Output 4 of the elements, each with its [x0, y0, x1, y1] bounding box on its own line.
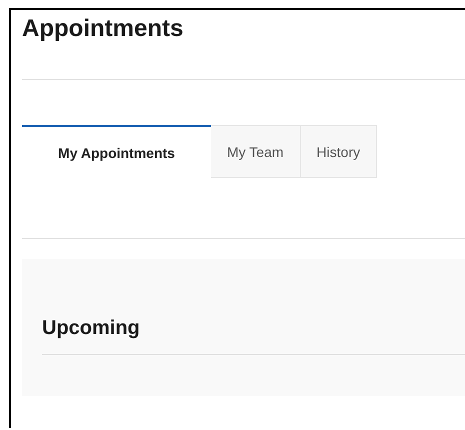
- tab[interactable]: History: [300, 125, 378, 178]
- page-title: Appointments: [22, 14, 184, 44]
- section-title: Upcoming: [42, 316, 141, 340]
- tab[interactable]: My Team: [211, 125, 301, 178]
